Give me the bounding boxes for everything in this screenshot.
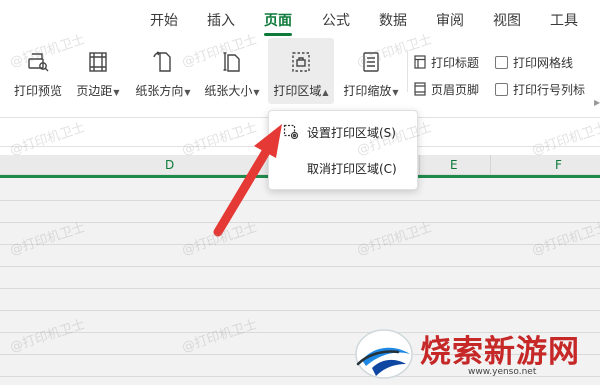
set-print-area-icon <box>283 124 299 140</box>
header-footer-icon <box>413 82 427 96</box>
print-area-dropdown: 设置打印区域(S) 取消打印区域(C) <box>268 110 418 190</box>
clear-print-area-label: 取消打印区域(C) <box>307 161 397 176</box>
paper-size-button[interactable]: 纸张大小▼ <box>200 38 264 104</box>
tab-review[interactable]: 审阅 <box>436 10 464 30</box>
column-divider <box>419 155 420 175</box>
print-gridlines-checkbox[interactable]: 打印网格线 <box>495 52 573 72</box>
print-titles-button[interactable]: 打印标题 <box>413 52 479 72</box>
print-headings-checkbox[interactable]: 打印行号列标 <box>495 79 585 99</box>
row-line <box>0 244 600 245</box>
row-line <box>0 310 600 311</box>
checkbox-box[interactable] <box>495 55 508 69</box>
print-area-label: 打印区域 <box>273 84 322 98</box>
orientation-button[interactable]: 纸张方向▼ <box>130 38 196 104</box>
margins-label: 页边距 <box>76 84 113 98</box>
tab-formulas[interactable]: 公式 <box>322 10 350 30</box>
tab-home[interactable]: 开始 <box>150 10 178 30</box>
tab-page[interactable]: 页面 <box>264 10 292 30</box>
print-scale-icon <box>357 48 385 76</box>
site-logo: 烧索新游网 www.yenso.net <box>350 322 600 385</box>
tab-insert[interactable]: 插入 <box>207 10 235 30</box>
column-header-e[interactable]: E <box>450 158 458 172</box>
set-print-area-item[interactable]: 设置打印区域(S) <box>269 119 419 145</box>
print-titles-icon <box>413 55 427 69</box>
row-line <box>0 288 600 289</box>
print-preview-icon <box>24 48 52 76</box>
print-scale-button[interactable]: 打印缩放▼ <box>338 38 404 104</box>
paper-size-icon <box>218 48 246 76</box>
menu-tab-bar: 开始 插入 页面 公式 数据 审阅 视图 工具 <box>0 0 600 38</box>
ribbon-scroll-right-icon[interactable]: ▶ <box>594 98 600 107</box>
margins-chevron-down-icon: ▼ <box>113 88 120 97</box>
print-scale-chevron-down-icon: ▼ <box>392 88 399 97</box>
print-preview-button[interactable]: 打印预览 <box>10 38 66 104</box>
orientation-chevron-down-icon: ▼ <box>184 88 191 97</box>
header-footer-label: 页眉页脚 <box>431 82 480 97</box>
print-area-button[interactable]: 打印区域▲ <box>268 38 334 104</box>
column-header-d[interactable]: D <box>165 158 174 172</box>
print-preview-label: 打印预览 <box>13 84 62 98</box>
ribbon-divider <box>407 52 408 92</box>
paper-size-label: 纸张大小 <box>204 84 253 98</box>
orientation-icon <box>149 48 177 76</box>
column-divider <box>490 155 491 175</box>
page-ribbon: 打印预览 页边距▼ 纸张方向▼ 纸张大小▼ 打印区域▲ 打印缩放▼ 打印标题 页… <box>0 38 600 108</box>
column-header-f[interactable]: F <box>555 158 562 172</box>
logo-url: www.yenso.net <box>468 367 537 377</box>
print-gridlines-label: 打印网格线 <box>513 55 574 70</box>
row-line <box>0 200 600 201</box>
print-titles-label: 打印标题 <box>431 55 480 70</box>
orientation-label: 纸张方向 <box>135 84 184 98</box>
tab-data[interactable]: 数据 <box>379 10 407 30</box>
header-footer-button[interactable]: 页眉页脚 <box>413 79 479 99</box>
margins-icon <box>84 48 112 76</box>
margins-button[interactable]: 页边距▼ <box>70 38 126 104</box>
checkbox-box[interactable] <box>495 82 508 96</box>
tab-tools[interactable]: 工具 <box>550 10 578 30</box>
print-area-icon <box>287 48 315 76</box>
print-scale-label: 打印缩放 <box>343 84 392 98</box>
print-area-chevron-up-icon: ▲ <box>322 88 329 97</box>
logo-text: 烧索新游网 <box>420 334 580 370</box>
print-headings-label: 打印行号列标 <box>513 82 586 97</box>
active-tab-indicator <box>264 33 292 36</box>
paper-size-chevron-down-icon: ▼ <box>253 88 260 97</box>
clear-print-area-item[interactable]: 取消打印区域(C) <box>269 155 419 181</box>
row-line <box>0 222 600 223</box>
row-line <box>0 266 600 267</box>
tab-view[interactable]: 视图 <box>493 10 521 30</box>
logo-emblem-icon <box>355 329 413 379</box>
set-print-area-label: 设置打印区域(S) <box>307 125 396 140</box>
